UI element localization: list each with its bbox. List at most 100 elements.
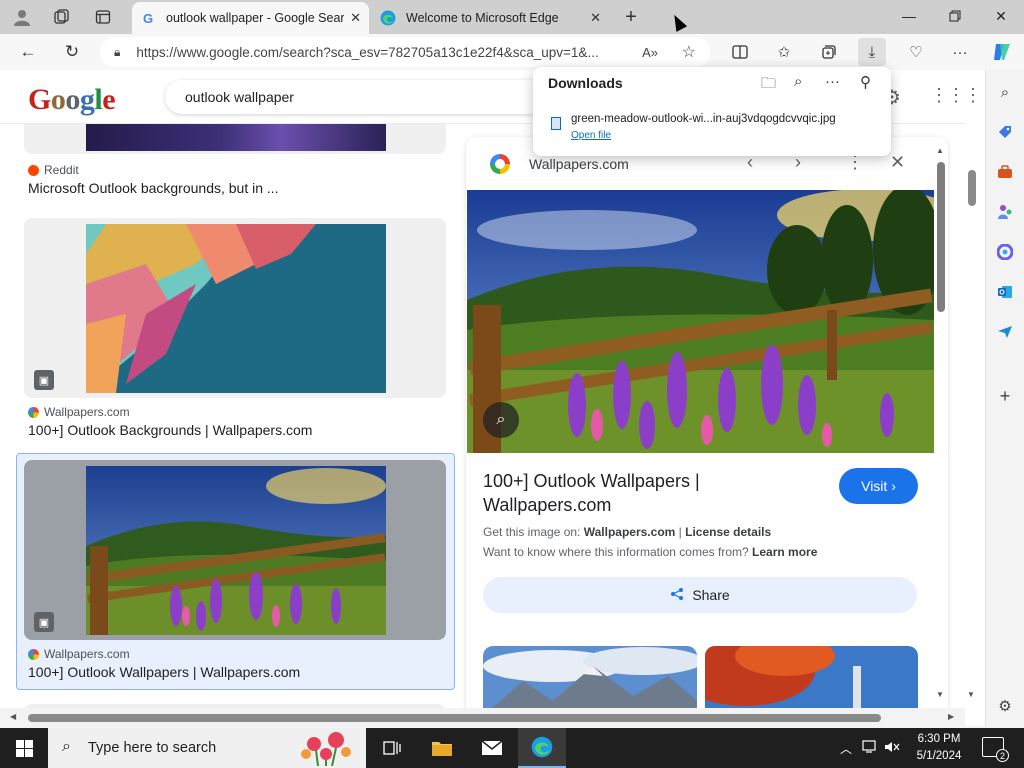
network-icon[interactable] <box>862 740 878 757</box>
copilot-icon[interactable] <box>988 38 1016 66</box>
svg-text:O: O <box>999 290 1005 297</box>
result-thumbnail[interactable] <box>86 224 386 393</box>
minimize-icon[interactable]: — <box>886 0 932 32</box>
show-hidden-icons-chevron-icon[interactable]: ︿ <box>840 740 852 757</box>
preview-image[interactable]: ⌕ <box>467 190 934 453</box>
file-explorer-icon[interactable] <box>418 728 466 768</box>
logo-letter: l <box>94 83 103 116</box>
outlook-icon[interactable]: O <box>993 280 1017 304</box>
favorites-icon[interactable]: ✩ <box>770 38 798 66</box>
flowers-highlight-icon[interactable] <box>296 730 356 767</box>
open-file-link[interactable]: Open file <box>571 130 611 141</box>
result-source[interactable]: Reddit <box>28 163 79 177</box>
learn-more-link[interactable]: Learn more <box>752 545 817 559</box>
page-scrollbar-thumb[interactable] <box>968 170 976 206</box>
more-menu-icon[interactable]: ··· <box>946 38 974 66</box>
microsoft-365-icon[interactable] <box>993 240 1017 264</box>
mail-icon[interactable] <box>468 728 516 768</box>
source-link[interactable]: Wallpapers.com <box>584 525 676 539</box>
edge-taskbar-icon[interactable] <box>518 728 566 768</box>
tab-google-search[interactable]: G outlook wallpaper - Google Sear ✕ <box>132 2 369 34</box>
pin-icon[interactable]: ⚲ <box>860 73 871 91</box>
logo-letter: o <box>50 83 66 116</box>
scroll-right-icon[interactable]: ▶ <box>948 712 954 721</box>
more-options-icon[interactable]: ··· <box>825 73 840 90</box>
address-bar[interactable]: 🔒︎ https://www.google.com/search?sca_esv… <box>100 37 710 67</box>
download-filename[interactable]: green-meadow-outlook-wi...in-auj3vdqogdc… <box>571 113 836 125</box>
source-name: Wallpapers.com <box>44 647 130 661</box>
search-downloads-icon[interactable]: ⌕ <box>794 73 802 90</box>
wallpapers-com-icon <box>28 406 39 418</box>
source-name: Wallpapers.com <box>44 405 130 419</box>
preview-title[interactable]: 100+] Outlook Wallpapers | Wallpapers.co… <box>483 469 783 517</box>
google-doodle-logo[interactable]: Google <box>28 83 116 117</box>
result-title[interactable]: 100+] Outlook Backgrounds | Wallpapers.c… <box>28 422 312 438</box>
refresh-icon[interactable]: ↻ <box>58 38 86 66</box>
search-input[interactable]: outlook wallpaper <box>165 80 565 114</box>
drop-send-icon[interactable] <box>993 320 1017 344</box>
panel-scrollbar-thumb[interactable] <box>937 162 945 312</box>
workspaces-icon[interactable] <box>48 5 74 29</box>
result-title[interactable]: Microsoft Outlook backgrounds, but in ..… <box>28 180 279 196</box>
sidebar-settings-icon[interactable]: ⚙ <box>993 694 1017 718</box>
downloads-title: Downloads <box>548 75 623 91</box>
shopping-tag-icon[interactable] <box>993 120 1017 144</box>
tab-welcome-edge[interactable]: Welcome to Microsoft Edge ✕ <box>372 2 609 34</box>
license-details-link[interactable]: License details <box>685 525 771 539</box>
favorite-star-icon[interactable]: ☆ <box>682 42 696 62</box>
tools-icon[interactable] <box>993 160 1017 184</box>
google-apps-icon[interactable]: ⋮⋮⋮ <box>930 85 982 106</box>
panel-site-name[interactable]: Wallpapers.com <box>529 156 629 172</box>
tab-actions-icon[interactable] <box>90 5 116 29</box>
downloads-icon[interactable]: ⤓ <box>858 38 886 66</box>
collections-icon[interactable] <box>814 38 842 66</box>
games-icon[interactable] <box>993 200 1017 224</box>
result-source[interactable]: Wallpapers.com <box>28 647 130 661</box>
share-button[interactable]: Share <box>483 577 917 613</box>
open-downloads-folder-icon[interactable]: 🗀 <box>761 73 776 98</box>
web-page: Reddit Microsoft Outlook backgrounds, bu… <box>0 70 985 726</box>
url-text[interactable]: https://www.google.com/search?sca_esv=78… <box>136 45 616 60</box>
scroll-up-icon[interactable]: ▲ <box>936 146 944 155</box>
read-aloud-icon[interactable]: A» <box>642 45 658 60</box>
task-view-icon[interactable] <box>368 728 416 768</box>
horizontal-scrollbar[interactable]: ◀ ▶ <box>0 708 965 726</box>
notification-center-icon[interactable]: 2 <box>982 737 1009 762</box>
page-scroll-down-icon[interactable]: ▼ <box>967 690 975 699</box>
horizontal-scrollbar-thumb[interactable] <box>28 714 881 722</box>
close-panel-icon[interactable]: ✕ <box>890 152 905 173</box>
info-question: Want to know where this information come… <box>483 545 749 559</box>
address-toolbar: ← ↻ 🔒︎ https://www.google.com/search?sca… <box>0 34 1024 70</box>
taskbar-search-box[interactable]: ⌕ Type here to search <box>48 728 366 768</box>
close-window-icon[interactable]: ✕ <box>978 0 1024 32</box>
result-title[interactable]: 100+] Outlook Wallpapers | Wallpapers.co… <box>28 664 300 680</box>
new-tab-icon[interactable]: + <box>618 5 644 29</box>
close-tab-icon[interactable]: ✕ <box>590 10 601 26</box>
volume-icon[interactable] <box>884 740 900 757</box>
lock-icon[interactable]: 🔒︎ <box>114 45 120 60</box>
result-thumbnail[interactable] <box>86 466 386 635</box>
scroll-left-icon[interactable]: ◀ <box>10 712 16 721</box>
split-screen-icon[interactable] <box>726 38 754 66</box>
downloads-flyout: Downloads 🗀 ⌕ ··· ⚲ green-meadow-outlook… <box>533 67 891 156</box>
visit-button[interactable]: Visit › <box>839 468 918 504</box>
profile-icon[interactable] <box>9 5 35 29</box>
share-icon <box>670 587 684 604</box>
browser-essentials-icon[interactable]: ♡ <box>902 38 930 66</box>
google-lens-icon[interactable]: ⌕ <box>483 402 519 438</box>
result-source[interactable]: Wallpapers.com <box>28 405 130 419</box>
wallpapers-com-icon <box>28 648 39 660</box>
add-sidebar-app-icon[interactable]: + <box>993 384 1017 408</box>
back-icon[interactable]: ← <box>14 38 42 66</box>
image-icon: ▣ <box>34 370 54 390</box>
tab-title: outlook wallpaper - Google Sear <box>166 11 345 25</box>
scroll-down-icon[interactable]: ▼ <box>936 690 944 699</box>
windows-start-icon[interactable] <box>0 728 48 768</box>
restore-icon[interactable] <box>932 0 978 32</box>
share-label: Share <box>692 587 730 603</box>
search-icon[interactable]: ⌕ <box>993 80 1017 104</box>
image-preview-panel: Wallpapers.com ‹ › ⋮ ✕ ⌕ 100+] Outlook W… <box>466 137 948 726</box>
close-tab-icon[interactable]: ✕ <box>350 10 361 26</box>
notification-count-badge: 2 <box>996 749 1009 762</box>
system-clock[interactable]: 6:30 PM 5/1/2024 <box>905 731 973 765</box>
